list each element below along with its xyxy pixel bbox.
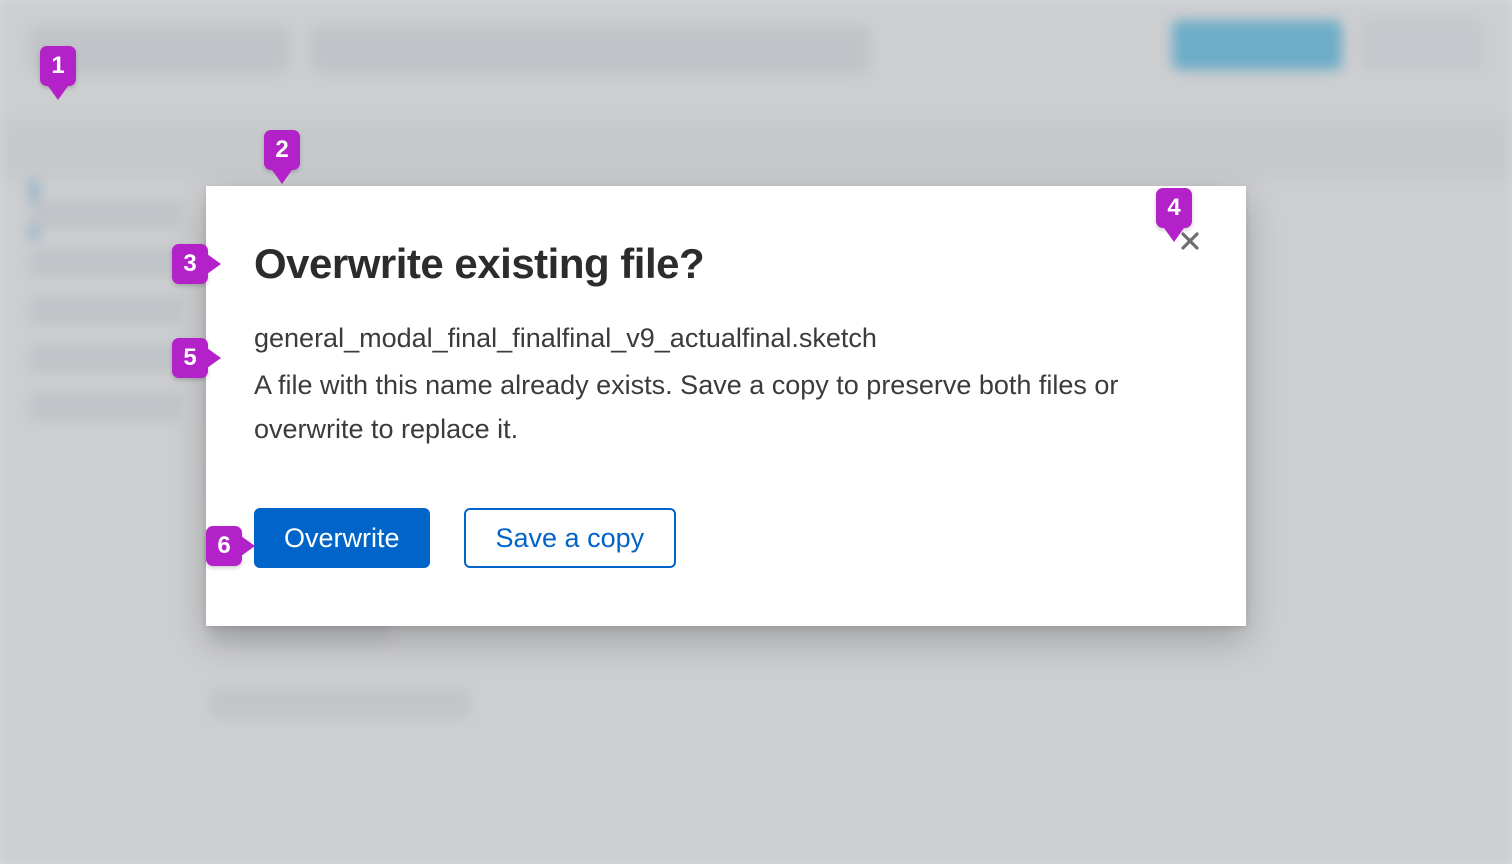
- annotation-marker-4: 4: [1156, 188, 1192, 242]
- annotation-marker-5: 5: [172, 338, 208, 378]
- modal-message: A file with this name already exists. Sa…: [254, 370, 1118, 445]
- annotation-label: 6: [206, 526, 242, 566]
- annotation-label: 2: [264, 130, 300, 170]
- annotation-label: 4: [1156, 188, 1192, 228]
- modal-body: general_modal_final_finalfinal_v9_actual…: [254, 316, 1194, 452]
- modal-actions: Overwrite Save a copy: [254, 508, 1198, 568]
- annotation-label: 3: [172, 244, 208, 284]
- annotation-label: 1: [40, 46, 76, 86]
- annotation-label: 5: [172, 338, 208, 378]
- overwrite-modal: Overwrite existing file? general_modal_f…: [206, 186, 1246, 626]
- annotation-marker-1: 1: [40, 46, 76, 100]
- modal-title: Overwrite existing file?: [254, 240, 1198, 288]
- overwrite-button[interactable]: Overwrite: [254, 508, 430, 568]
- annotation-marker-3: 3: [172, 244, 208, 284]
- annotation-marker-2: 2: [264, 130, 300, 184]
- modal-filename: general_modal_final_finalfinal_v9_actual…: [254, 316, 1194, 361]
- save-copy-button[interactable]: Save a copy: [464, 508, 677, 568]
- annotation-marker-6: 6: [206, 526, 242, 566]
